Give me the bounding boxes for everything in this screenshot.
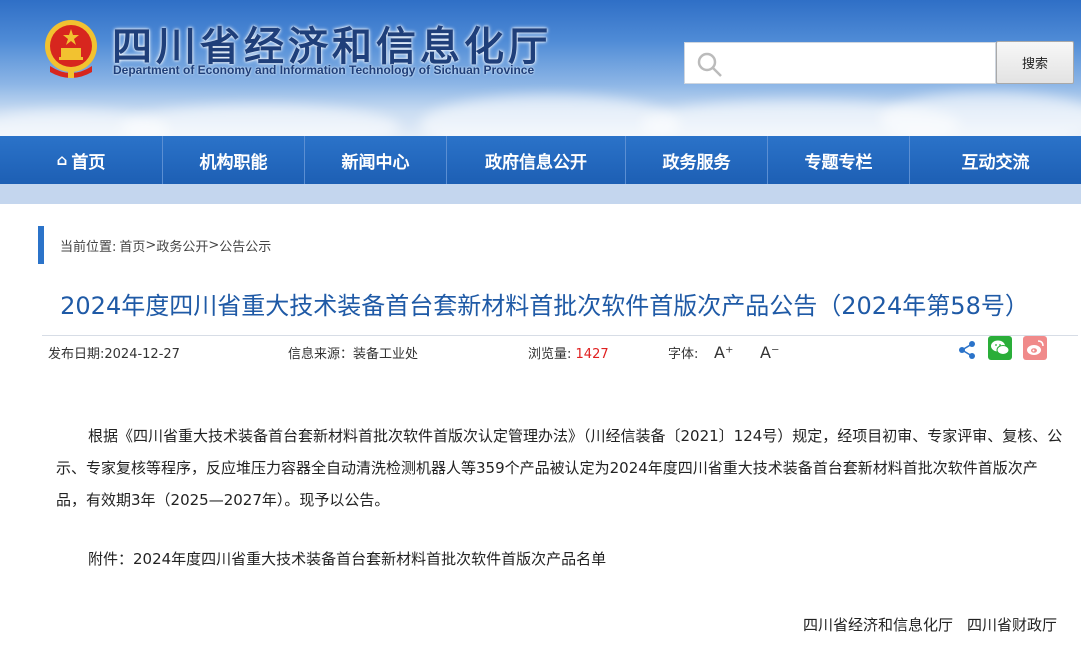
publish-date-value: 2024-12-27	[104, 347, 180, 362]
breadcrumb-item-home[interactable]: 首页	[119, 236, 145, 255]
national-emblem-icon	[45, 20, 97, 78]
article-container: 当前位置: 首页 > 政务公开 > 公告公示 2024年度四川省重大技术装备首台…	[8, 204, 1081, 650]
main-nav: ⌂ 首页 机构职能 新闻中心 政府信息公开 政务服务 专题专栏 互动交流	[0, 136, 1081, 184]
nav-item-home[interactable]: ⌂ 首页	[0, 136, 163, 184]
nav-item-interaction[interactable]: 互动交流	[910, 136, 1081, 184]
nav-subband	[0, 184, 1081, 204]
breadcrumb: 当前位置: 首页 > 政务公开 > 公告公示	[38, 226, 271, 264]
nav-item-gov-services[interactable]: 政务服务	[626, 136, 768, 184]
title-divider	[42, 335, 1078, 336]
nav-item-news-center[interactable]: 新闻中心	[305, 136, 447, 184]
view-count-label: 浏览量:	[528, 347, 572, 362]
search-button[interactable]: 搜索	[996, 41, 1074, 84]
attachment-line: 附件：2024年度四川省重大技术装备首台套新材料首批次软件首版次产品名单	[88, 550, 607, 568]
signature-line: 四川省经济和信息化厅 四川省财政厅	[803, 614, 1057, 635]
info-source: 信息来源：装备工业处	[288, 343, 418, 362]
view-count: 浏览量: 1427	[528, 343, 609, 362]
wechat-icon[interactable]	[988, 336, 1012, 360]
nav-item-org-functions[interactable]: 机构职能	[163, 136, 305, 184]
info-source-value: 装备工业处	[353, 347, 419, 362]
breadcrumb-prefix: 当前位置:	[60, 239, 117, 255]
article-body-paragraph: 根据《四川省重大技术装备首台套新材料首批次软件首版次认定管理办法》（川经信装备〔…	[56, 427, 1063, 509]
search-box	[684, 42, 996, 84]
breadcrumb-item-notices[interactable]: 公告公示	[219, 236, 271, 255]
publish-date: 发布日期:2024-12-27	[48, 343, 180, 362]
publish-date-label: 发布日期:	[48, 347, 105, 362]
nav-item-label: 首页	[71, 152, 106, 173]
info-source-label: 信息来源：	[288, 347, 354, 362]
view-count-value: 1427	[575, 347, 609, 362]
search-input[interactable]	[729, 43, 989, 83]
search-icon	[697, 52, 722, 77]
nav-item-gov-info[interactable]: 政府信息公开	[447, 136, 626, 184]
home-icon: ⌂	[56, 151, 68, 169]
breadcrumb-separator: >	[145, 237, 157, 253]
signature-issuer: 四川省经济和信息化厅	[802, 616, 953, 634]
font-increase-button[interactable]: A⁺	[714, 343, 733, 362]
breadcrumb-item-gov-open[interactable]: 政务公开	[156, 236, 208, 255]
article-title: 2024年度四川省重大技术装备首台套新材料首批次软件首版次产品公告（2024年第…	[60, 292, 1029, 320]
breadcrumb-separator: >	[208, 237, 220, 253]
font-size-label: 字体:	[668, 347, 699, 362]
site-header: 四川省经济和信息化厅 Department of Economy and Inf…	[0, 0, 1081, 136]
signature-issuer: 四川省财政厅	[966, 616, 1057, 634]
site-subtitle: Department of Economy and Information Te…	[113, 63, 535, 77]
weibo-icon[interactable]	[1023, 336, 1047, 360]
share-icon[interactable]	[958, 340, 976, 360]
nav-item-special-topics[interactable]: 专题专栏	[768, 136, 910, 184]
font-decrease-button[interactable]: A⁻	[760, 343, 779, 362]
